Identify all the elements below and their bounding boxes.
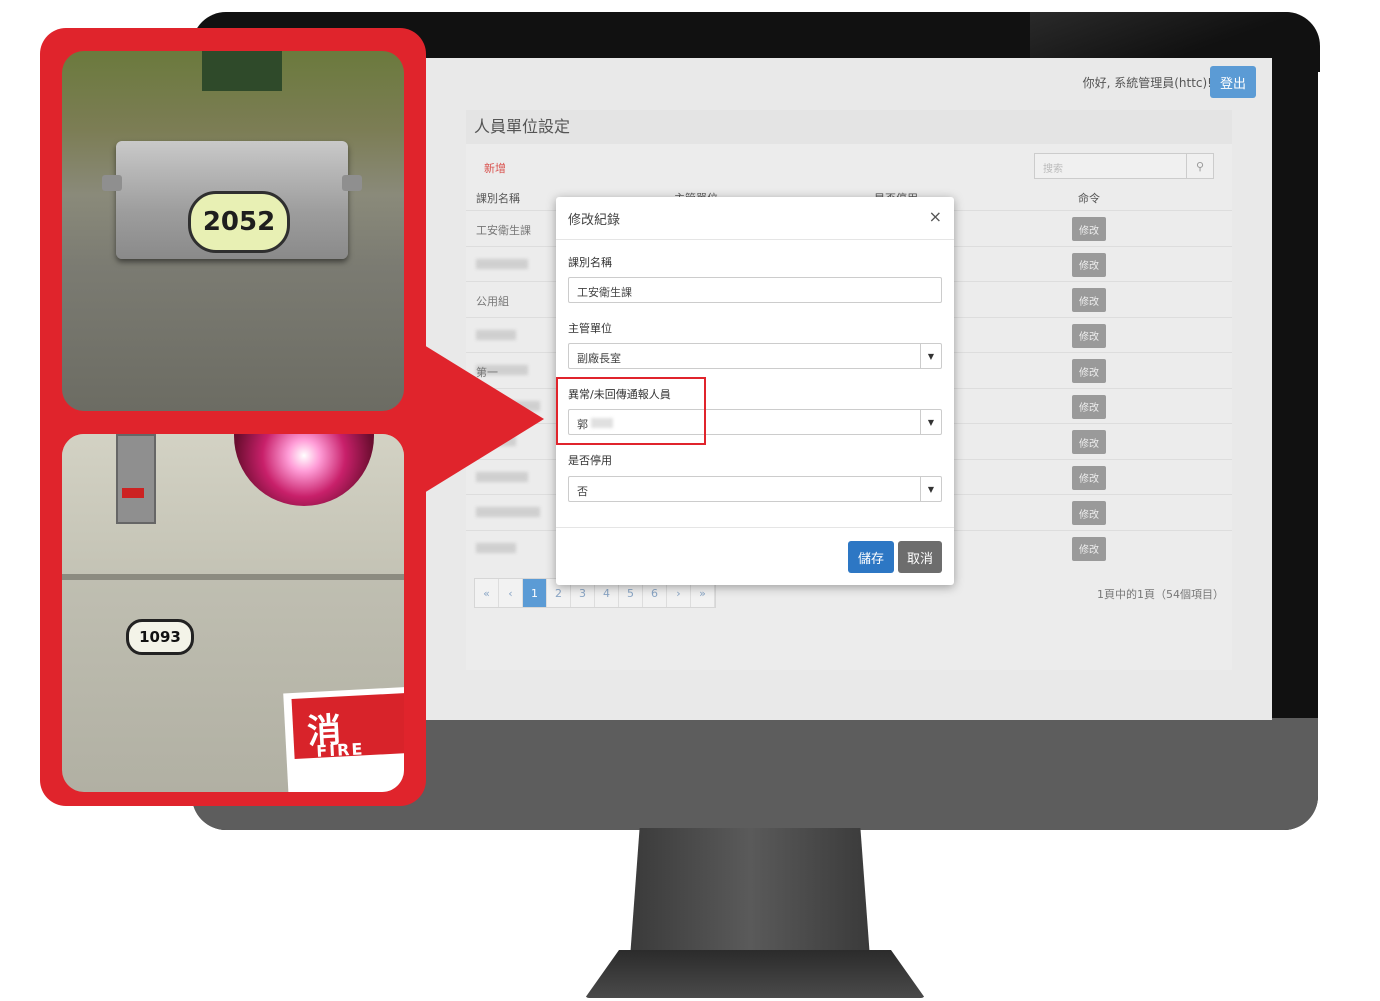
asset-tag-bottom: 1093 <box>126 619 194 655</box>
chevron-down-icon[interactable]: ▼ <box>920 344 941 368</box>
page-button-1[interactable]: 1 <box>523 579 547 607</box>
edit-button[interactable]: 修改 <box>1072 252 1106 277</box>
edit-button[interactable]: 修改 <box>1072 501 1106 525</box>
edit-button[interactable]: 修改 <box>1072 288 1106 312</box>
disabled-select[interactable]: 否 ▼ <box>568 476 942 502</box>
page-title: 人員單位設定 <box>466 110 1232 144</box>
section-name-value: 工安衛生課 <box>577 286 632 299</box>
edit-button[interactable]: 修改 <box>1072 430 1106 454</box>
section-name-cell: 公用組 <box>476 295 509 308</box>
cabinet-indicator <box>122 488 144 498</box>
modal-footer-divider <box>556 527 954 528</box>
blurred-cell <box>476 542 516 553</box>
supervisor-value: 副廠長室 <box>577 352 621 365</box>
add-link[interactable]: 新增 <box>484 160 506 176</box>
plate-bracket-left <box>102 175 122 191</box>
blurred-cell <box>476 258 528 269</box>
section-name-input[interactable]: 工安衛生課 <box>568 277 942 303</box>
monitor-stand-base <box>585 950 925 998</box>
disabled-value: 否 <box>577 485 588 498</box>
page-first-button[interactable]: « <box>475 579 499 607</box>
blurred-cell <box>476 329 516 340</box>
edit-button[interactable]: 修改 <box>1072 394 1106 419</box>
section-name-label: 課別名稱 <box>568 256 612 269</box>
modal-header: 修改紀錄 × <box>556 197 954 240</box>
fire-sign: 消 FIRE <box>283 686 404 792</box>
edit-button[interactable]: 修改 <box>1072 217 1106 241</box>
cancel-button[interactable]: 取消 <box>898 541 942 573</box>
page-prev-button[interactable]: ‹ <box>499 579 523 607</box>
edit-button[interactable]: 修改 <box>1072 536 1106 561</box>
user-greeting: 你好, 系統管理員(httc)! <box>1082 76 1212 90</box>
column-header-section: 課別名稱 <box>476 192 520 205</box>
search-icon[interactable]: ⚲ <box>1186 154 1213 178</box>
close-icon[interactable]: × <box>929 207 942 226</box>
edit-button[interactable]: 修改 <box>1072 465 1106 490</box>
cabinet-handle <box>116 434 156 524</box>
chevron-down-icon[interactable]: ▼ <box>920 410 941 434</box>
pagination-info: 1頁中的1頁（54個項目） <box>1097 588 1224 601</box>
supervisor-select[interactable]: 副廠長室 ▼ <box>568 343 942 369</box>
blurred-cell <box>476 507 540 517</box>
asset-tag-top: 2052 <box>188 191 290 253</box>
edit-button[interactable]: 修改 <box>1072 359 1106 383</box>
search-input[interactable]: 搜索 ⚲ <box>1034 153 1214 179</box>
photo-asset-tag: 2052 <box>62 51 404 411</box>
column-header-command: 命令 <box>1078 192 1100 205</box>
monitor-stand-neck <box>630 828 870 958</box>
disabled-label: 是否停用 <box>568 454 612 467</box>
logout-button[interactable]: 登出 <box>1210 66 1256 98</box>
highlight-box <box>556 377 706 445</box>
chevron-down-icon[interactable]: ▼ <box>920 477 941 501</box>
search-placeholder: 搜索 <box>1043 164 1063 175</box>
photo-fire-cabinet: 1093 消 FIRE <box>62 434 404 792</box>
section-name-cell: 工安衛生課 <box>476 224 531 237</box>
plate-bracket-right <box>342 175 362 191</box>
modal-title: 修改紀錄 <box>568 213 621 228</box>
photo-post <box>202 51 282 91</box>
edit-button[interactable]: 修改 <box>1072 323 1106 348</box>
fire-sign-text: FIRE <box>315 739 365 761</box>
save-button[interactable]: 儲存 <box>848 541 894 573</box>
supervisor-label: 主管單位 <box>568 322 612 335</box>
callout-arrow <box>424 345 544 493</box>
